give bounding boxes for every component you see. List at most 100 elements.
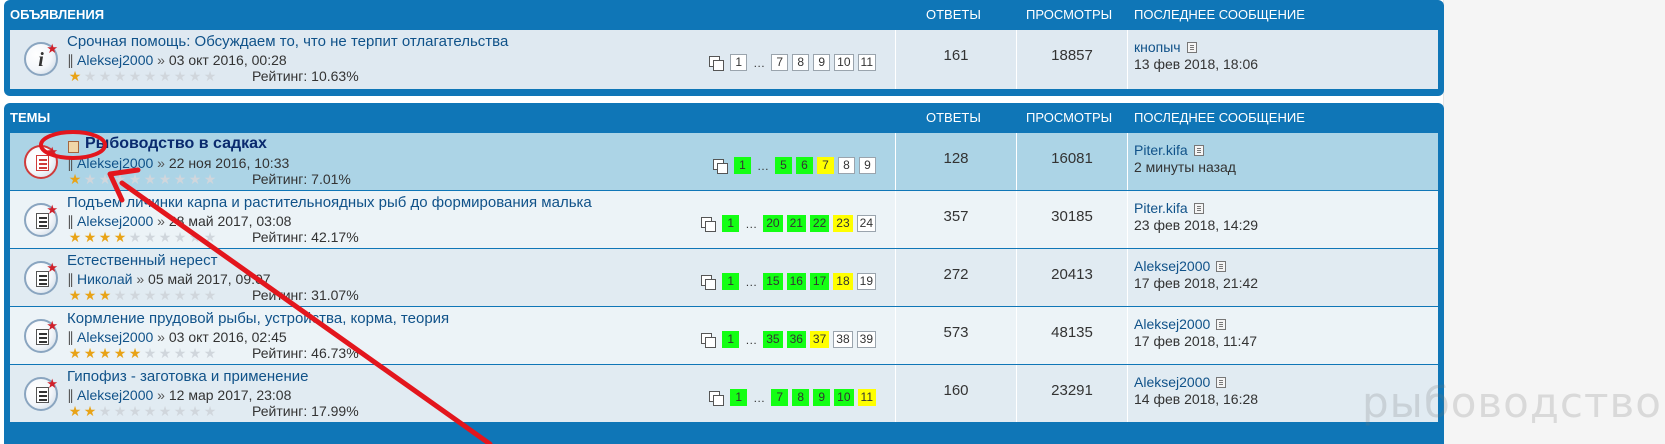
star-icon[interactable]: ★ (187, 69, 202, 83)
star-icon[interactable]: ★ (127, 69, 142, 83)
page-link[interactable]: 10 (834, 389, 854, 406)
star-icon[interactable]: ★ (112, 69, 127, 83)
topic-author-link[interactable]: Aleksej2000 (77, 155, 153, 171)
topic-title-link[interactable]: Кормление прудовой рыбы, устройства, кор… (67, 310, 449, 327)
page-link[interactable]: 20 (763, 215, 783, 232)
star-icon[interactable]: ★ (187, 288, 202, 302)
page-link[interactable]: 1 (722, 331, 740, 348)
page-link[interactable]: 21 (786, 215, 806, 232)
star-icon[interactable]: ★ (82, 69, 97, 83)
page-link[interactable]: 19 (856, 273, 876, 290)
view-latest-post-icon[interactable] (1216, 319, 1227, 330)
last-post-author-link[interactable]: Aleksej2000 (1134, 258, 1210, 274)
star-icon[interactable]: ★ (202, 172, 217, 186)
topic-title-link[interactable]: Срочная помощь: Обсуждаем то, что не тер… (67, 33, 508, 50)
star-icon[interactable]: ★ (82, 346, 97, 360)
view-latest-post-icon[interactable] (1186, 42, 1197, 53)
topic-author-link[interactable]: Aleksej2000 (77, 52, 153, 68)
star-icon[interactable]: ★ (97, 346, 112, 360)
star-icon[interactable]: ★ (202, 230, 217, 244)
star-icon[interactable]: ★ (82, 288, 97, 302)
page-link[interactable]: 24 (856, 215, 876, 232)
page-link[interactable]: 8 (792, 389, 810, 406)
star-icon[interactable]: ★ (97, 69, 112, 83)
page-link[interactable]: 16 (786, 273, 806, 290)
page-link[interactable]: 8 (838, 157, 855, 174)
page-link[interactable]: 1 (730, 54, 748, 71)
rating-stars[interactable]: ★ ★ ★ ★ ★ ★ ★ ★ ★ ★ (67, 230, 217, 244)
star-icon[interactable]: ★ (67, 69, 82, 83)
star-icon[interactable]: ★ (127, 230, 142, 244)
star-icon[interactable]: ★ (202, 404, 217, 418)
rating-stars[interactable]: ★ ★ ★ ★ ★ ★ ★ ★ ★ ★ (67, 404, 217, 418)
star-icon[interactable]: ★ (172, 346, 187, 360)
star-icon[interactable]: ★ (202, 346, 217, 360)
topic-author-link[interactable]: Aleksej2000 (77, 329, 153, 345)
star-icon[interactable]: ★ (157, 346, 172, 360)
star-icon[interactable]: ★ (142, 404, 157, 418)
star-icon[interactable]: ★ (172, 230, 187, 244)
topic-author-link[interactable]: Aleksej2000 (77, 387, 153, 403)
star-icon[interactable]: ★ (187, 230, 202, 244)
star-icon[interactable]: ★ (127, 404, 142, 418)
star-icon[interactable]: ★ (187, 172, 202, 186)
star-icon[interactable]: ★ (172, 172, 187, 186)
rating-stars[interactable]: ★ ★ ★ ★ ★ ★ ★ ★ ★ ★ (67, 288, 217, 302)
star-icon[interactable]: ★ (67, 288, 82, 302)
last-post-author-link[interactable]: Aleksej2000 (1134, 374, 1210, 390)
page-link[interactable]: 8 (792, 54, 810, 71)
star-icon[interactable]: ★ (112, 230, 127, 244)
page-link[interactable]: 9 (813, 389, 831, 406)
star-icon[interactable]: ★ (67, 346, 82, 360)
page-link[interactable]: 5 (775, 157, 792, 174)
star-icon[interactable]: ★ (127, 288, 142, 302)
star-icon[interactable]: ★ (127, 172, 142, 186)
topic-title-link[interactable]: Естественный нерест (67, 252, 217, 269)
star-icon[interactable]: ★ (187, 346, 202, 360)
star-icon[interactable]: ★ (82, 404, 97, 418)
view-latest-post-icon[interactable] (1216, 261, 1227, 272)
topic-author-link[interactable]: Aleksej2000 (77, 213, 153, 229)
topic-title-link[interactable]: Подъем личинки карпа и растительноядных … (67, 194, 592, 211)
page-link[interactable]: 10 (834, 54, 854, 71)
page-link[interactable]: 11 (857, 389, 876, 406)
page-link[interactable]: 35 (763, 331, 783, 348)
rating-stars[interactable]: ★ ★ ★ ★ ★ ★ ★ ★ ★ ★ (67, 69, 217, 83)
star-icon[interactable]: ★ (67, 404, 82, 418)
rating-stars[interactable]: ★ ★ ★ ★ ★ ★ ★ ★ ★ ★ (67, 346, 217, 360)
star-icon[interactable]: ★ (97, 288, 112, 302)
star-icon[interactable]: ★ (82, 172, 97, 186)
page-link[interactable]: 11 (857, 54, 876, 71)
last-post-author-link[interactable]: кнопыч (1134, 39, 1181, 55)
page-link[interactable]: 22 (809, 215, 830, 232)
topic-author-link[interactable]: Николай (77, 271, 132, 287)
view-latest-post-icon[interactable] (1216, 377, 1227, 388)
star-icon[interactable]: ★ (112, 346, 127, 360)
star-icon[interactable]: ★ (112, 288, 127, 302)
page-link[interactable]: 18 (833, 273, 853, 290)
topic-title-link[interactable]: Гипофиз - заготовка и применение (67, 368, 309, 385)
page-link[interactable]: 6 (796, 157, 813, 174)
page-link[interactable]: 36 (786, 331, 806, 348)
last-post-author-link[interactable]: Piter.kifa (1134, 200, 1188, 216)
star-icon[interactable]: ★ (127, 346, 142, 360)
page-link[interactable]: 1 (730, 389, 748, 406)
star-icon[interactable]: ★ (112, 172, 127, 186)
last-post-author-link[interactable]: Aleksej2000 (1134, 316, 1210, 332)
star-icon[interactable]: ★ (157, 404, 172, 418)
view-latest-post-icon[interactable] (1193, 145, 1204, 156)
star-icon[interactable]: ★ (187, 404, 202, 418)
star-icon[interactable]: ★ (142, 230, 157, 244)
new-post-icon[interactable] (68, 141, 79, 153)
star-icon[interactable]: ★ (97, 230, 112, 244)
last-post-author-link[interactable]: Piter.kifa (1134, 142, 1188, 158)
star-icon[interactable]: ★ (157, 230, 172, 244)
star-icon[interactable]: ★ (142, 69, 157, 83)
star-icon[interactable]: ★ (202, 69, 217, 83)
star-icon[interactable]: ★ (142, 288, 157, 302)
page-link[interactable]: 9 (813, 54, 831, 71)
page-link[interactable]: 39 (856, 331, 876, 348)
rating-stars[interactable]: ★ ★ ★ ★ ★ ★ ★ ★ ★ ★ (67, 172, 217, 186)
page-link[interactable]: 7 (771, 389, 789, 406)
page-link[interactable]: 7 (771, 54, 789, 71)
